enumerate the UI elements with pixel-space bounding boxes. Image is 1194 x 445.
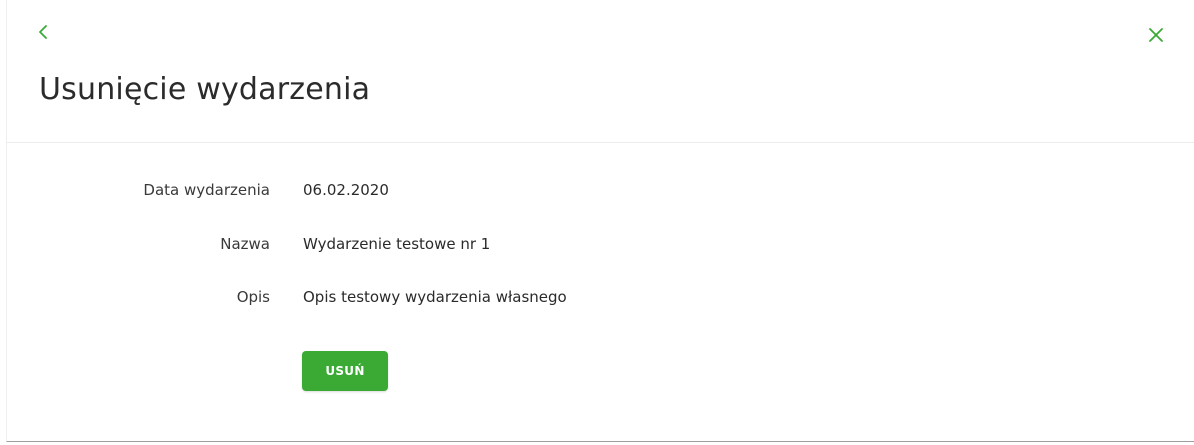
detail-row-description: Opis Opis testowy wydarzenia własnego xyxy=(7,288,1194,312)
name-label: Nazwa xyxy=(220,235,270,253)
date-label: Data wydarzenia xyxy=(143,181,270,199)
page-title: Usunięcie wydarzenia xyxy=(39,72,371,107)
chevron-left-icon xyxy=(39,25,47,39)
detail-row-date: Data wydarzenia 06.02.2020 xyxy=(7,181,1194,205)
name-value: Wydarzenie testowe nr 1 xyxy=(303,235,491,253)
back-button[interactable] xyxy=(33,22,53,42)
date-value: 06.02.2020 xyxy=(303,181,389,199)
detail-row-name: Nazwa Wydarzenie testowe nr 1 xyxy=(7,235,1194,259)
description-label: Opis xyxy=(236,288,270,306)
panel-header: Usunięcie wydarzenia xyxy=(7,0,1194,143)
delete-event-panel: Usunięcie wydarzenia Data wydarzenia 06.… xyxy=(6,0,1194,442)
delete-button[interactable]: USUŃ xyxy=(302,351,388,391)
close-button[interactable] xyxy=(1145,24,1167,46)
description-value: Opis testowy wydarzenia własnego xyxy=(303,288,567,306)
close-icon xyxy=(1149,28,1163,42)
